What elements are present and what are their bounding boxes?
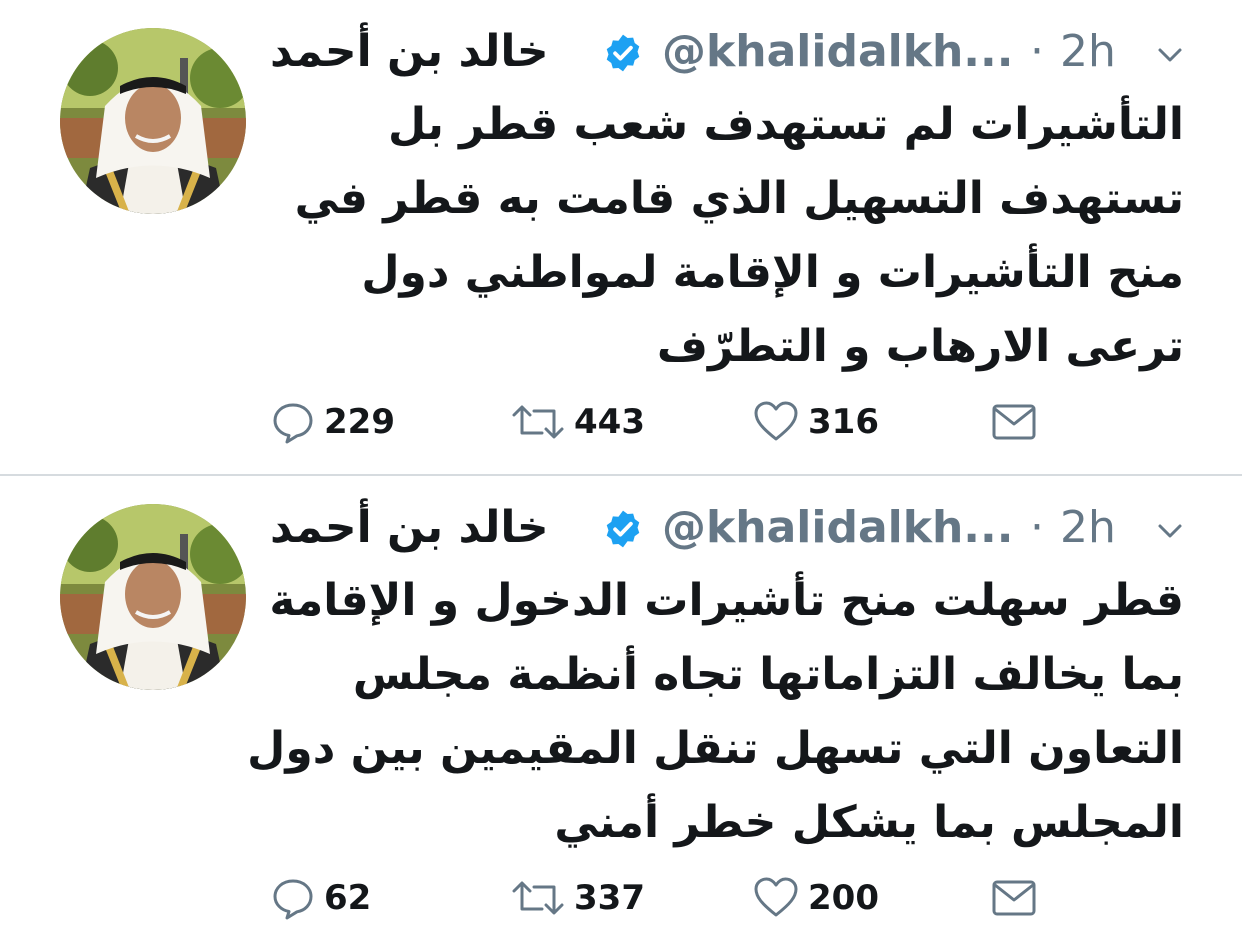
retweet-button[interactable]: 337 [510, 868, 645, 928]
like-button[interactable]: 316 [752, 392, 879, 452]
verified-badge-icon [606, 510, 640, 548]
avatar[interactable] [60, 504, 246, 690]
retweet-button[interactable]: 443 [510, 392, 645, 452]
heart-icon [754, 877, 798, 917]
reply-count: 229 [324, 402, 395, 442]
reply-count: 62 [324, 878, 372, 918]
envelope-icon [992, 880, 1036, 916]
chevron-down-icon[interactable] [1155, 516, 1185, 546]
tweet-feed: خالد بن أحمد @khalidalkh... · 2h التأشير… [0, 0, 1242, 951]
tweet-header: خالد بن أحمد @khalidalkh... · 2h [270, 500, 1190, 556]
chevron-down-icon[interactable] [1155, 40, 1185, 70]
author-name[interactable]: خالد بن أحمد [270, 500, 600, 556]
tweet-text-line: بما يخالف التزاماتها تجاه أنظمة مجلس [352, 649, 1184, 700]
tweet-text-line: المجلس بما يشكل خطر أمني [554, 797, 1184, 848]
tweet-text-line: التأشيرات لم تستهدف شعب قطر بل [388, 99, 1184, 150]
heart-icon [754, 401, 798, 441]
tweet-text-line: منح التأشيرات و الإقامة لمواطني دول [361, 247, 1184, 298]
envelope-icon [992, 404, 1036, 440]
avatar-image [60, 504, 246, 690]
reply-button[interactable]: 229 [270, 392, 395, 452]
avatar[interactable] [60, 28, 246, 214]
dot-separator: · [1030, 502, 1044, 553]
verified-badge-icon [606, 34, 640, 72]
tweet[interactable]: خالد بن أحمد @khalidalkh... · 2h قطر سهل… [0, 476, 1242, 951]
tweet-actions: 62 337 200 [270, 868, 1070, 928]
tweet-text: قطر سهلت منح تأشيرات الدخول و الإقامة بم… [247, 564, 1184, 860]
tweet-text-line: ترعى الارهاب و التطرّف [656, 321, 1184, 372]
retweet-count: 443 [574, 402, 645, 442]
timestamp[interactable]: 2h [1060, 24, 1116, 80]
reply-button[interactable]: 62 [270, 868, 371, 928]
direct-message-button[interactable] [990, 392, 1038, 452]
reply-icon [273, 403, 313, 444]
tweet-text-line: التعاون التي تسهل تنقل المقيمين بين دول [247, 723, 1184, 774]
direct-message-button[interactable] [990, 868, 1038, 928]
like-button[interactable]: 200 [752, 868, 879, 928]
tweet-actions: 229 443 316 [270, 392, 1070, 452]
tweet[interactable]: خالد بن أحمد @khalidalkh... · 2h التأشير… [0, 0, 1242, 474]
tweet-header: خالد بن أحمد @khalidalkh... · 2h [270, 24, 1190, 80]
author-handle[interactable]: @khalidalkh... [662, 24, 1013, 80]
tweet-text: التأشيرات لم تستهدف شعب قطر بل تستهدف ال… [290, 88, 1184, 384]
reply-icon [273, 879, 313, 920]
tweet-text-line: قطر سهلت منح تأشيرات الدخول و الإقامة [269, 575, 1184, 626]
retweet-icon [512, 405, 564, 439]
timestamp[interactable]: 2h [1060, 500, 1116, 556]
author-handle[interactable]: @khalidalkh... [662, 500, 1013, 556]
retweet-count: 337 [574, 878, 645, 918]
author-name[interactable]: خالد بن أحمد [270, 24, 600, 80]
tweet-text-line: تستهدف التسهيل الذي قامت به قطر في [294, 173, 1184, 224]
avatar-image [60, 28, 246, 214]
dot-separator: · [1030, 26, 1044, 77]
like-count: 316 [808, 402, 879, 442]
like-count: 200 [808, 878, 879, 918]
retweet-icon [512, 881, 564, 915]
